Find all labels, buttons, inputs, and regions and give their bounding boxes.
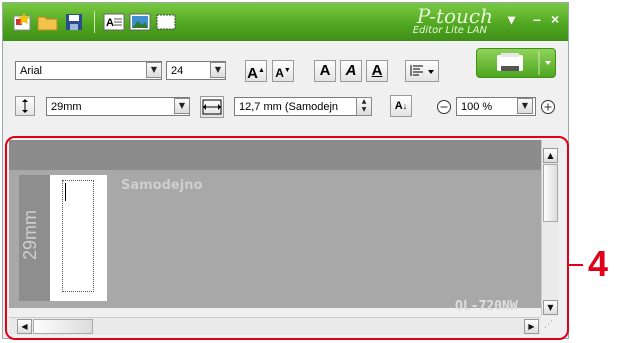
chevron-down-icon[interactable]: ▼ — [517, 98, 533, 114]
callout-line — [569, 264, 583, 266]
tape-width-value: 29mm — [51, 101, 82, 113]
open-folder-icon[interactable] — [37, 12, 59, 32]
zoom-out-icon[interactable] — [436, 99, 452, 115]
underline-button[interactable]: A — [366, 60, 388, 82]
tape-width-icon — [15, 96, 35, 116]
chevron-down-icon[interactable]: ▼ — [146, 62, 162, 78]
print-button[interactable] — [476, 48, 556, 78]
decrease-font-label: A — [275, 66, 284, 80]
zoom-in-icon[interactable] — [540, 99, 556, 115]
vertical-text-button[interactable]: A↓ — [390, 95, 412, 117]
font-size-value: 24 — [171, 65, 184, 77]
tape-length-input[interactable]: 12,7 mm (Samodejn — [234, 97, 357, 116]
tape-length-icon — [200, 96, 224, 118]
increase-font-label: A — [247, 65, 258, 82]
font-family-value: Arial — [20, 65, 43, 77]
align-left-icon — [410, 65, 434, 76]
tape-width-select[interactable]: 29mm — [46, 97, 190, 116]
chevron-down-icon[interactable]: ▼ — [174, 98, 190, 114]
brand-subtitle: Editor Lite LAN — [412, 25, 487, 36]
zoom-value: 100 % — [461, 101, 493, 113]
title-bar: A P-touch Editor Lite LAN ▾ – × — [3, 3, 568, 41]
callout-number: 4 — [588, 243, 609, 284]
brand: P-touch Editor Lite LAN — [363, 5, 493, 39]
font-family-select[interactable]: Arial — [15, 61, 162, 80]
frame-icon[interactable] — [155, 12, 177, 32]
increase-font-button[interactable]: A▲ — [245, 60, 267, 82]
minimize-button[interactable]: – — [533, 11, 541, 27]
chevron-down-icon[interactable]: ▼ — [210, 62, 226, 78]
new-icon[interactable] — [12, 12, 34, 32]
tape-length-mode: (Samodejn — [284, 101, 339, 113]
text-icon[interactable]: A — [103, 12, 125, 32]
align-button[interactable] — [405, 60, 439, 82]
tape-length-value: 12,7 mm — [239, 101, 282, 113]
brand-logo: P-touch — [416, 4, 493, 28]
bold-label: A — [319, 62, 331, 79]
length-spinner[interactable]: ▲ ▼ — [356, 97, 372, 116]
window-menu-button[interactable]: ▾ — [508, 11, 515, 28]
bold-button[interactable]: A — [314, 60, 336, 82]
italic-label: A — [345, 62, 357, 79]
toolbar-separator — [94, 11, 95, 33]
italic-button[interactable]: A — [340, 60, 362, 82]
save-icon[interactable] — [63, 12, 85, 32]
canvas-highlight-frame — [5, 136, 569, 340]
close-button[interactable]: × — [551, 11, 559, 27]
decrease-font-button[interactable]: A▼ — [272, 60, 294, 82]
image-icon[interactable] — [129, 12, 151, 32]
svg-text:A: A — [106, 17, 114, 29]
printer-icon — [497, 51, 551, 75]
underline-label: A — [371, 62, 383, 79]
